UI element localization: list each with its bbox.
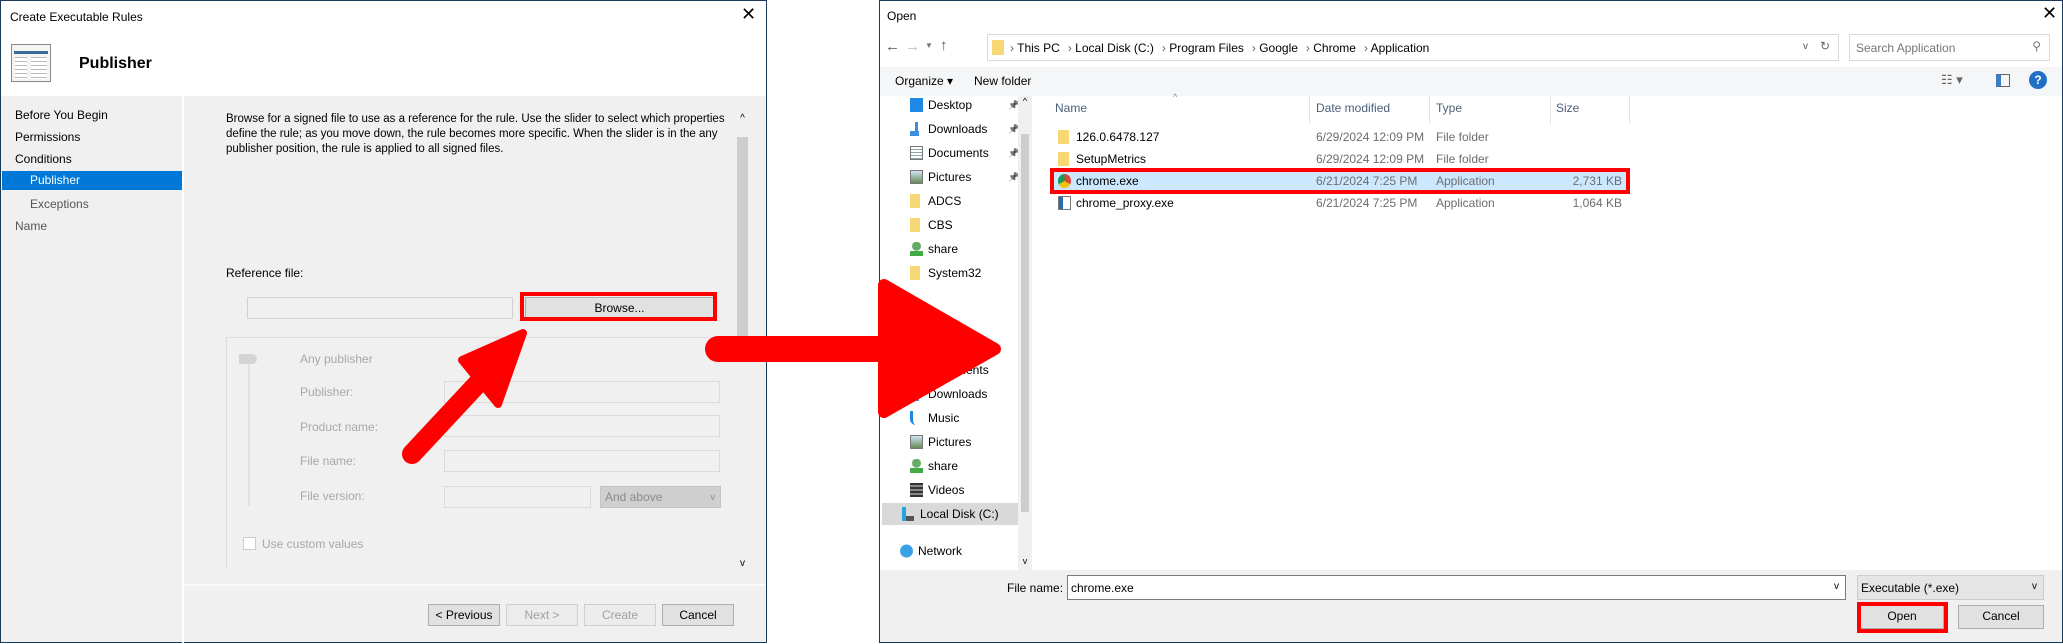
annotation-arrows: [402, 279, 1001, 464]
arrow-to-open-dialog-head: [878, 279, 1001, 418]
